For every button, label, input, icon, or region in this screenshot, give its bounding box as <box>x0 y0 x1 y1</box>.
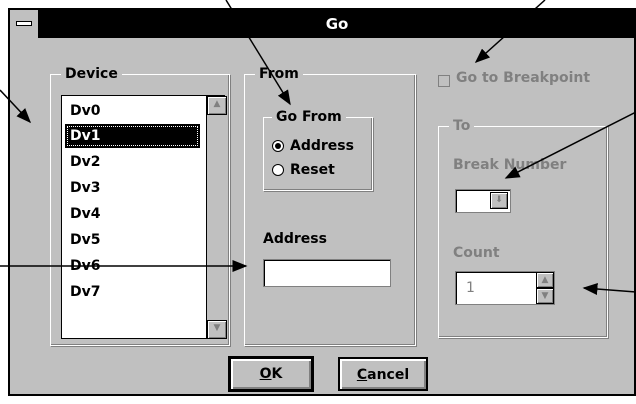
checkbox-unchecked-icon <box>438 75 450 87</box>
ok-button[interactable]: OK <box>228 356 314 392</box>
system-menu-icon <box>16 21 32 26</box>
go-to-breakpoint-checkbox[interactable]: Go to Breakpoint <box>438 70 618 90</box>
device-list-item[interactable]: Dv4 <box>65 202 200 226</box>
count-up-button[interactable]: ▲ <box>536 272 554 288</box>
count-label: Count <box>453 245 500 261</box>
scroll-down-button[interactable]: ▼ <box>207 320 227 339</box>
go-from-group-label: Go From <box>272 109 346 125</box>
arrow-down-icon: ▼ <box>213 323 221 333</box>
device-list-item-selected[interactable]: Dv1 <box>65 124 200 148</box>
title-bar[interactable]: Go <box>10 10 634 38</box>
device-group: Device Dv0 Dv1 Dv2 Dv3 Dv4 Dv5 Dv6 Dv7 ▲… <box>50 66 230 346</box>
scroll-up-button[interactable]: ▲ <box>207 96 227 115</box>
spin-down-icon: ▼ <box>541 291 549 301</box>
count-down-button[interactable]: ▼ <box>536 288 554 304</box>
reset-radio-label: Reset <box>290 162 335 178</box>
device-listbox[interactable]: Dv0 Dv1 Dv2 Dv3 Dv4 Dv5 Dv6 Dv7 ▲ ▼ <box>61 95 227 339</box>
go-to-breakpoint-label: Go to Breakpoint <box>456 70 591 86</box>
device-list-item[interactable]: Dv2 <box>65 150 200 174</box>
address-radio-label: Address <box>290 138 354 154</box>
device-list-item[interactable]: Dv5 <box>65 228 200 252</box>
system-menu-button[interactable] <box>10 10 40 38</box>
break-number-combo[interactable]: ⬇ <box>455 189 511 213</box>
address-input[interactable] <box>263 259 391 287</box>
spin-up-icon: ▲ <box>541 275 549 285</box>
break-number-label: Break Number <box>453 157 567 173</box>
go-from-group: Go From Address Reset <box>263 109 373 191</box>
device-list-item[interactable]: Dv0 <box>65 99 200 123</box>
device-list-item[interactable]: Dv7 <box>65 280 200 304</box>
to-group: To Break Number ⬇ Count 1 ▲ ▼ <box>438 118 608 338</box>
window-title: Go <box>325 15 349 33</box>
address-field-label: Address <box>263 231 327 247</box>
cancel-button[interactable]: Cancel <box>338 357 428 391</box>
device-list-item[interactable]: Dv3 <box>65 176 200 200</box>
device-list-scrollbar[interactable]: ▲ ▼ <box>206 96 227 339</box>
count-value: 1 <box>466 280 475 296</box>
radio-checked-icon <box>272 140 284 152</box>
from-group-label: From <box>255 66 303 82</box>
from-group: From Go From Address Reset Address <box>244 66 416 346</box>
device-group-label: Device <box>61 66 122 82</box>
arrow-up-icon: ▲ <box>213 99 221 109</box>
break-number-dropdown-button[interactable]: ⬇ <box>490 192 508 209</box>
radio-unchecked-icon <box>272 164 284 176</box>
count-spinner[interactable]: 1 ▲ ▼ <box>455 271 555 305</box>
device-list-item[interactable]: Dv6 <box>65 254 200 278</box>
dropdown-arrow-icon: ⬇ <box>495 195 503 205</box>
go-dialog: Go Device Dv0 Dv1 Dv2 Dv3 Dv4 Dv5 Dv6 Dv… <box>8 8 636 396</box>
to-group-label: To <box>449 118 475 134</box>
